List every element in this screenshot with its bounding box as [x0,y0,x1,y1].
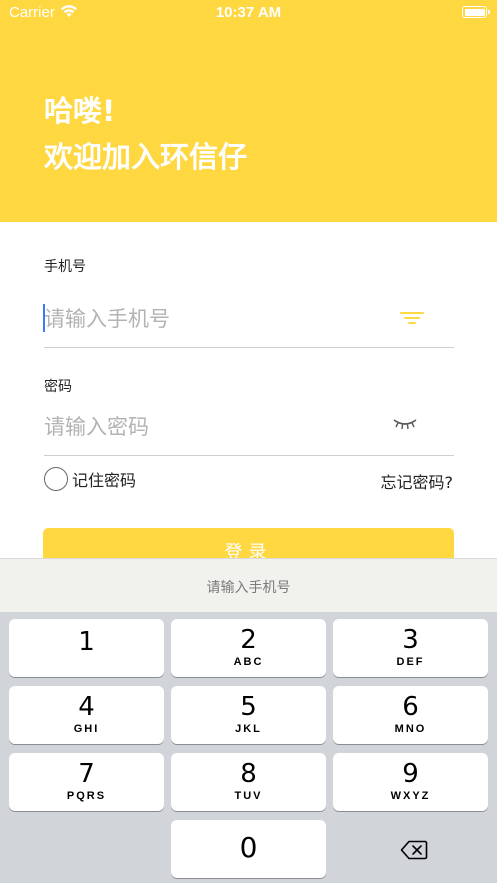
key-9-letters: WXYZ [390,790,431,802]
text-caret [43,304,45,332]
welcome-greeting: 哈喽! 欢迎加入环信仔 [44,88,247,180]
key-1[interactable]: 1 [9,619,164,677]
key-2[interactable]: 2 ABC [171,619,326,677]
phone-divider [44,347,454,348]
key-8[interactable]: 8 TUV [171,753,326,811]
key-3-number: 3 [402,625,419,655]
key-4-letters: GHI [73,723,100,735]
key-5[interactable]: 5 JKL [171,686,326,744]
remember-password-toggle[interactable]: 记住密码 [44,467,136,491]
remember-radio[interactable] [44,467,68,491]
keyboard-input-bar: 请输入手机号 [0,558,497,612]
key-5-number: 5 [240,692,257,722]
filter-icon[interactable] [400,309,424,327]
key-6[interactable]: 6 MNO [333,686,488,744]
password-divider [44,455,454,456]
key-0-number: 0 [239,831,258,864]
key-2-number: 2 [240,625,257,655]
key-0[interactable]: 0 [171,820,326,878]
key-6-number: 6 [402,692,419,722]
key-9[interactable]: 9 WXYZ [333,753,488,811]
key-6-letters: MNO [394,723,427,735]
key-5-letters: JKL [235,723,262,735]
key-8-letters: TUV [234,790,263,802]
key-9-number: 9 [402,759,419,789]
delete-key[interactable] [333,820,488,878]
password-input[interactable] [44,408,444,446]
forgot-password-link[interactable]: 忘记密码? [381,469,454,493]
header-banner: Carrier 10:37 AM 哈喽! 欢迎加入环信仔 [0,0,497,222]
backspace-icon [400,840,428,860]
key-7-letters: PQRS [66,790,107,802]
key-3-letters: DEF [396,656,425,668]
key-8-number: 8 [240,759,257,789]
battery-icon [462,6,490,18]
key-2-letters: ABC [233,656,264,668]
status-time: 10:37 AM [215,4,282,21]
greeting-line-1: 哈喽! [44,94,116,128]
keyboard-bar-placeholder: 请输入手机号 [206,580,291,596]
remember-label: 记住密码 [72,471,137,490]
phone-input[interactable] [44,300,444,338]
phone-label: 手机号 [44,259,86,275]
status-bar: Carrier 10:37 AM [0,0,497,26]
greeting-line-2: 欢迎加入环信仔 [44,140,248,174]
key-1-number: 1 [78,627,95,657]
key-3[interactable]: 3 DEF [333,619,488,677]
key-4-number: 4 [78,692,95,722]
key-4[interactable]: 4 GHI [9,686,164,744]
key-7-number: 7 [78,759,95,789]
password-label: 密码 [44,379,72,395]
eye-closed-icon[interactable] [392,417,418,431]
key-7[interactable]: 7 PQRS [9,753,164,811]
